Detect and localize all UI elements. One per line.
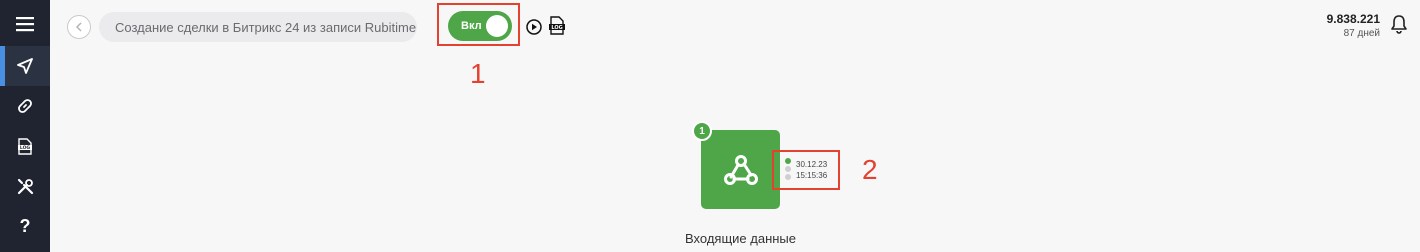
stat-dot-error [785,174,791,180]
stat-date: 30.12.23 [796,160,828,169]
balance-days: 87 дней [1343,28,1380,39]
menu-button[interactable] [0,4,50,44]
toggle-knob [486,15,508,37]
node-number-badge: 1 [692,121,712,141]
stats-highlight-box [772,150,840,190]
sidebar-item-tools[interactable] [0,166,50,206]
webhook-node[interactable] [701,130,780,209]
webhook-icon [723,154,758,185]
sidebar-item-log[interactable]: LOG [0,126,50,166]
marker-1: 1 [470,58,486,89]
sidebar: LOG ? [0,0,50,252]
back-button[interactable] [67,15,91,39]
chevron-left-icon [75,22,82,32]
stat-dot-success [785,158,791,164]
send-icon [17,58,33,74]
svg-text:LOG: LOG [551,25,562,31]
link-icon [18,99,32,113]
balance-value: 9.838.221 [1326,12,1380,26]
sidebar-item-send[interactable] [0,46,50,86]
svg-text:LOG: LOG [20,145,31,151]
enable-toggle[interactable]: Вкл [448,11,512,41]
menu-icon [16,17,34,32]
bell-icon[interactable] [1390,14,1408,34]
tools-icon [17,178,33,194]
marker-2: 2 [862,154,878,185]
scenario-title: Создание сделки в Битрикс 24 из записи R… [115,19,417,35]
stat-time: 15:15:36 [796,171,828,180]
play-icon[interactable] [526,19,542,35]
toggle-label: Вкл [461,20,482,32]
sidebar-item-help[interactable]: ? [0,206,50,246]
sidebar-item-links[interactable] [0,86,50,126]
scenario-title-field[interactable]: Создание сделки в Битрикс 24 из записи R… [99,12,417,42]
node-label: Входящие данные [685,231,796,246]
log-icon: LOG [18,137,32,155]
log-file-icon[interactable]: LOG [549,16,565,35]
stat-dot-warning [785,166,791,172]
balance-info[interactable]: 9.838.221 87 дней [1327,12,1380,42]
help-icon: ? [19,215,31,236]
